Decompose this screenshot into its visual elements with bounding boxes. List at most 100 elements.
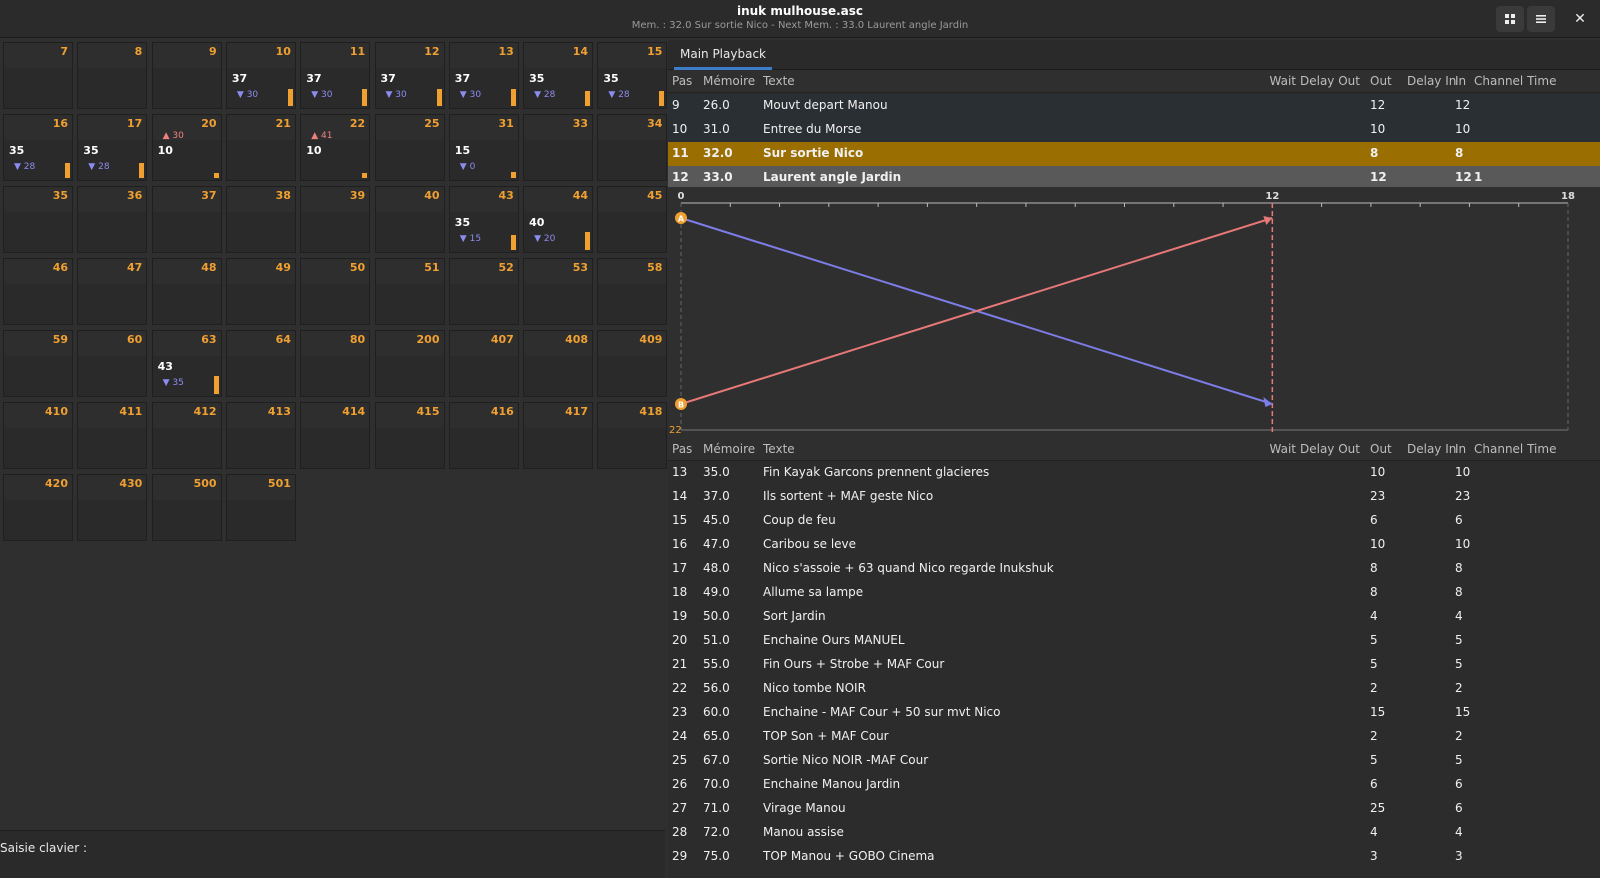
channel-cell[interactable]: 33 <box>523 114 594 181</box>
cue-row[interactable]: 27 71.0 Virage Manou 25 6 <box>668 797 1600 821</box>
cue-row[interactable]: 24 65.0 TOP Son + MAF Cour 2 2 <box>668 725 1600 749</box>
channel-cell[interactable]: 21 <box>225 114 296 181</box>
channel-cell[interactable]: 430 <box>77 474 148 541</box>
column-header-mem[interactable]: Mémoire <box>703 70 759 93</box>
cue-row[interactable]: 21 55.0 Fin Ours + Strobe + MAF Cour 5 5 <box>668 653 1600 677</box>
channel-cell[interactable]: 10 37 ▼ 30 <box>225 42 296 109</box>
channel-cell[interactable]: 407 <box>448 330 519 397</box>
channel-cell[interactable]: 415 <box>374 402 445 469</box>
column-header-out[interactable]: Out <box>1370 438 1400 461</box>
column-header-pas[interactable]: Pas <box>672 70 702 93</box>
channel-cell[interactable]: 60 <box>77 330 148 397</box>
channel-cell[interactable]: 418 <box>597 402 668 469</box>
cue-row[interactable]: 29 75.0 TOP Manou + GOBO Cinema 3 3 <box>668 845 1600 869</box>
channel-cell[interactable]: 11 37 ▼ 30 <box>300 42 371 109</box>
down-arrow-icon: ▼ <box>14 162 24 172</box>
channel-cell[interactable]: 414 <box>300 402 371 469</box>
channel-cell[interactable]: 43 35 ▼ 15 <box>448 186 519 253</box>
cue-row[interactable]: 16 47.0 Caribou se leve 10 10 <box>668 533 1600 557</box>
channel-cell[interactable]: 64 <box>225 330 296 397</box>
cue-row[interactable]: 15 45.0 Coup de feu 6 6 <box>668 509 1600 533</box>
channel-cell[interactable]: 37 <box>151 186 222 253</box>
cue-row[interactable]: 22 56.0 Nico tombe NOIR 2 2 <box>668 677 1600 701</box>
keyboard-input-bar[interactable]: Saisie clavier : <box>0 830 665 878</box>
column-header-ct[interactable]: Channel Time <box>1474 70 1594 93</box>
column-header-dout[interactable]: Delay Out <box>1300 70 1366 93</box>
channel-cell[interactable]: 39 <box>300 186 371 253</box>
channel-cell[interactable]: 20 ▲ 30 10 <box>151 114 222 181</box>
column-header-wait[interactable]: Wait <box>1260 70 1297 93</box>
column-header-pas[interactable]: Pas <box>672 438 702 461</box>
column-header-mem[interactable]: Mémoire <box>703 438 759 461</box>
cue-row[interactable]: 23 60.0 Enchaine - MAF Cour + 50 sur mvt N… <box>668 701 1600 725</box>
cue-row[interactable]: 14 37.0 Ils sortent + MAF geste Nico 23 23 <box>668 485 1600 509</box>
channel-cell[interactable]: 80 <box>300 330 371 397</box>
channel-cell[interactable]: 47 <box>77 258 148 325</box>
cue-row[interactable]: 17 48.0 Nico s'assoie + 63 quand Nico rega… <box>668 557 1600 581</box>
cue-row[interactable]: 19 50.0 Sort Jardin 4 4 <box>668 605 1600 629</box>
channel-cell[interactable]: 31 15 ▼ 0 <box>448 114 519 181</box>
grid-view-button[interactable] <box>1496 6 1524 32</box>
channel-cell[interactable]: 53 <box>523 258 594 325</box>
channel-cell[interactable]: 34 <box>597 114 668 181</box>
channel-cell[interactable]: 409 <box>597 330 668 397</box>
cue-row[interactable]: 28 72.0 Manou assise 4 4 <box>668 821 1600 845</box>
cue-row[interactable]: 9 26.0 Mouvt depart Manou 12 12 <box>668 94 1600 118</box>
cue-row[interactable]: 26 70.0 Enchaine Manou Jardin 6 6 <box>668 773 1600 797</box>
channel-cell[interactable]: 15 35 ▼ 28 <box>597 42 668 109</box>
channel-cell[interactable]: 46 <box>3 258 73 325</box>
channel-cell[interactable]: 16 35 ▼ 28 <box>3 114 73 181</box>
channel-cell[interactable]: 58 <box>597 258 668 325</box>
channel-cell[interactable]: 420 <box>3 474 73 541</box>
channel-cell[interactable]: 500 <box>151 474 222 541</box>
channel-cell[interactable]: 416 <box>448 402 519 469</box>
channel-cell[interactable]: 417 <box>523 402 594 469</box>
close-button[interactable]: ✕ <box>1566 6 1594 32</box>
channel-cell[interactable]: 408 <box>523 330 594 397</box>
tab-main-playback[interactable]: Main Playback <box>674 40 772 70</box>
channel-cell[interactable]: 63 43 ▼ 35 <box>151 330 222 397</box>
channel-cell[interactable]: 9 <box>151 42 222 109</box>
channel-cell[interactable]: 411 <box>77 402 148 469</box>
channel-cell[interactable]: 45 <box>597 186 668 253</box>
channel-cell[interactable]: 44 40 ▼ 20 <box>523 186 594 253</box>
column-header-ct[interactable]: Channel Time <box>1474 438 1594 461</box>
channel-cell[interactable]: 36 <box>77 186 148 253</box>
channel-cell[interactable]: 200 <box>374 330 445 397</box>
channel-cell[interactable]: 38 <box>225 186 296 253</box>
channel-cell[interactable]: 7 <box>3 42 73 109</box>
column-header-wait[interactable]: Wait <box>1260 438 1297 461</box>
channel-cell[interactable]: 59 <box>3 330 73 397</box>
cue-row[interactable]: 20 51.0 Enchaine Ours MANUEL 5 5 <box>668 629 1600 653</box>
column-header-text[interactable]: Texte <box>763 438 1253 461</box>
channel-cell[interactable]: 35 <box>3 186 73 253</box>
channel-cell[interactable]: 17 35 ▼ 28 <box>77 114 148 181</box>
channel-cell[interactable]: 12 37 ▼ 30 <box>374 42 445 109</box>
cue-row[interactable]: 18 49.0 Allume sa lampe 8 8 <box>668 581 1600 605</box>
cue-row[interactable]: 10 31.0 Entree du Morse 10 10 <box>668 118 1600 142</box>
cue-row[interactable]: 25 67.0 Sortie Nico NOIR -MAF Cour 5 5 <box>668 749 1600 773</box>
cue-row[interactable]: 11 32.0 Sur sortie Nico 8 8 <box>668 142 1600 166</box>
channel-cell[interactable]: 52 <box>448 258 519 325</box>
channel-cell[interactable]: 410 <box>3 402 73 469</box>
channel-cell[interactable]: 13 37 ▼ 30 <box>448 42 519 109</box>
channel-cell[interactable]: 50 <box>300 258 371 325</box>
column-header-text[interactable]: Texte <box>763 70 1253 93</box>
column-header-dout[interactable]: Delay Out <box>1300 438 1366 461</box>
channel-cell[interactable]: 25 <box>374 114 445 181</box>
channel-cell[interactable]: 501 <box>225 474 296 541</box>
channel-cell[interactable]: 14 35 ▼ 28 <box>523 42 594 109</box>
channel-cell[interactable]: 48 <box>151 258 222 325</box>
channel-number: 500 <box>193 477 217 490</box>
channel-cell[interactable]: 49 <box>225 258 296 325</box>
column-header-out[interactable]: Out <box>1370 70 1400 93</box>
channel-cell[interactable]: 412 <box>151 402 222 469</box>
cue-in: 23 <box>1455 489 1471 503</box>
channel-cell[interactable]: 51 <box>374 258 445 325</box>
channel-cell[interactable]: 8 <box>77 42 148 109</box>
channel-cell[interactable]: 22 ▲ 41 10 <box>300 114 371 181</box>
cue-row[interactable]: 13 35.0 Fin Kayak Garcons prennent glacier… <box>668 461 1600 485</box>
main-menu-button[interactable] <box>1527 6 1555 32</box>
channel-cell[interactable]: 40 <box>374 186 445 253</box>
channel-cell[interactable]: 413 <box>225 402 296 469</box>
